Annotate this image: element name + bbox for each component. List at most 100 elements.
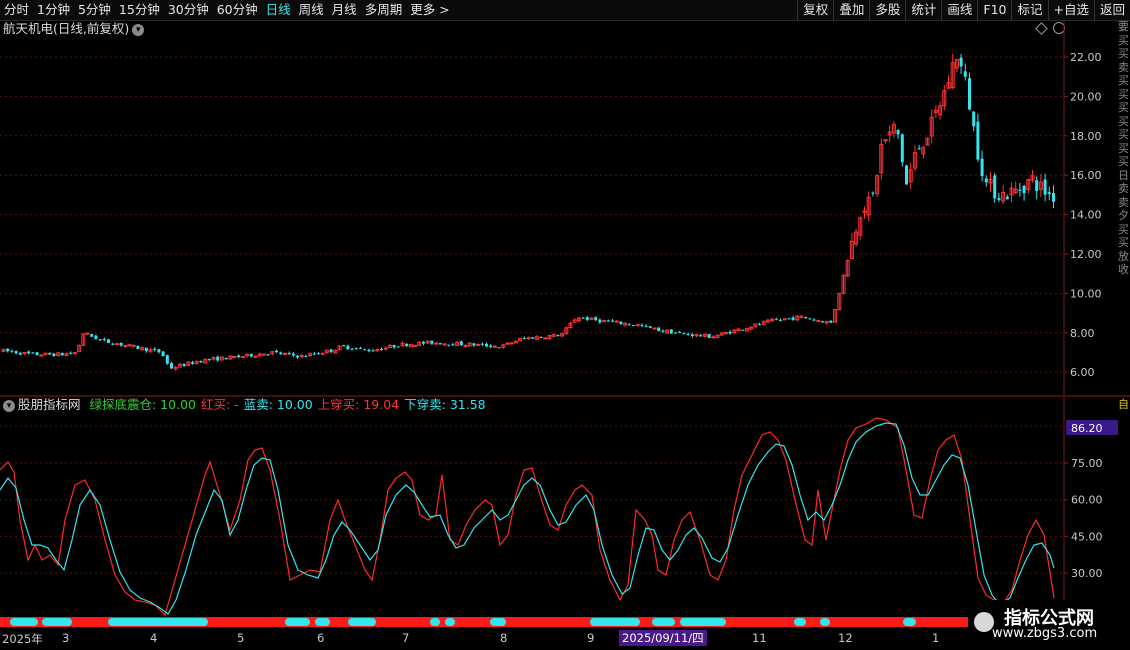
right-strip-char: 买: [1118, 128, 1129, 141]
right-strip-char: 日: [1118, 168, 1129, 182]
signal-segment: [820, 618, 830, 626]
candle-body-down: [741, 329, 745, 331]
candle-body-down: [182, 364, 186, 366]
candle-body-up: [123, 344, 128, 347]
candlesticks: [1, 53, 1055, 371]
right-strip-char: 放: [1118, 249, 1129, 263]
candle-body-down: [728, 331, 732, 334]
candle-body-down: [52, 353, 56, 357]
candle-body-down: [10, 350, 14, 352]
candle-body-down: [489, 345, 493, 348]
date-label: 9: [587, 631, 595, 645]
indicator-header: ▾ 股朋指标网 绿探底震仓: 10.00 红买: - 蓝卖: 10.00 上穿买: 19…: [3, 397, 486, 413]
signal-segment: [108, 618, 208, 626]
candle-body-down: [619, 321, 623, 325]
candle-body-down: [346, 345, 350, 350]
candle-body-down: [342, 345, 346, 347]
date-label: 8: [500, 631, 508, 645]
candle-body-down: [669, 329, 673, 334]
candle-body-down: [791, 317, 795, 320]
candle-body-down: [871, 192, 875, 194]
candle-body-down: [648, 326, 652, 328]
candle-body-up: [782, 318, 787, 321]
candle-body-down: [14, 351, 18, 354]
indicator-tick-label: 60.00: [1071, 494, 1103, 507]
chevron-down-icon[interactable]: ▾: [3, 399, 15, 412]
candle-body-down: [279, 352, 283, 355]
chart-canvas[interactable]: 22.0020.0018.0016.0014.0012.0010.008.006…: [0, 0, 1130, 650]
candle-body-down: [980, 158, 984, 176]
candle-body-up: [85, 332, 90, 335]
candle-body-up: [652, 327, 657, 330]
candle-body-down: [804, 317, 808, 319]
candle-body-down: [367, 349, 371, 352]
candle-body-down: [119, 342, 123, 346]
candle-body-down: [304, 356, 308, 358]
candle-body-down: [157, 349, 161, 353]
candle-body-down: [598, 319, 602, 323]
candle-body-down: [1035, 180, 1039, 192]
candle-body-down: [199, 361, 203, 363]
candle-body-down: [170, 363, 173, 369]
candle-body-down: [249, 354, 253, 357]
right-strip-char: 买: [1118, 155, 1129, 168]
candle-body-up: [816, 320, 821, 323]
candle-body-down: [661, 330, 665, 332]
candle-body-down: [438, 343, 442, 345]
candle-body-down: [1052, 193, 1055, 202]
candle-body-down: [917, 148, 921, 150]
indicator-tick-label: 75.00: [1071, 457, 1103, 470]
cyan-indicator-line: [0, 422, 1055, 615]
right-strip-char: 卖: [1118, 182, 1129, 195]
date-highlight: 2025/09/11/四: [619, 630, 707, 646]
candle-body-up: [413, 344, 418, 347]
right-strip-char: 买: [1118, 74, 1129, 87]
candle-body-down: [640, 324, 644, 326]
candle-body-down: [405, 343, 409, 346]
indicator-tick-label: 45.00: [1071, 530, 1103, 543]
signal-segment: [348, 618, 376, 626]
right-strip-char: 买: [1118, 141, 1129, 155]
candle-body-down: [94, 335, 98, 340]
candle-body-down: [144, 347, 148, 352]
candle-body-down: [699, 335, 703, 337]
candle-body-down: [224, 357, 228, 360]
candle-body-down: [758, 323, 761, 325]
candle-body-down: [90, 334, 94, 337]
candle-body-down: [48, 353, 52, 355]
indicator-value-0: 绿探底震仓: 10.00: [89, 397, 196, 412]
indicator-value-4: 下穿卖: 31.58: [404, 397, 486, 412]
candle-body-down: [27, 351, 31, 354]
candle-body-down: [69, 352, 73, 354]
right-strip-text: 要买买卖买买买买买买买日卖卖夕买买放收: [1118, 20, 1130, 277]
indicator-value-2: 蓝卖: 10.00: [243, 397, 313, 412]
candle-body-up: [131, 344, 136, 347]
candle-body-up: [509, 342, 514, 345]
candle-body-down: [111, 343, 115, 345]
candle-body-down: [774, 319, 778, 321]
watermark-url: www.zbgs3.com: [992, 626, 1098, 641]
candle-body-down: [451, 344, 455, 346]
candle-body-down: [396, 346, 400, 348]
candle-body-down: [812, 319, 816, 321]
price-tick-label: 16.00: [1070, 169, 1102, 182]
right-strip-char: 买: [1118, 47, 1129, 60]
candle-body-down: [359, 347, 362, 349]
candle-body-down: [539, 336, 543, 338]
signal-segment: [285, 618, 310, 626]
candle-body-down: [98, 339, 102, 341]
candle-body-down: [644, 325, 648, 327]
candle-body-down: [136, 345, 140, 349]
candle-body-down: [60, 353, 64, 356]
candle-body-up: [127, 344, 132, 347]
candle-body-down: [976, 121, 980, 160]
signal-segment: [652, 618, 675, 626]
right-strip-char: 要: [1118, 20, 1129, 33]
candle-body-down: [993, 175, 997, 199]
price-y-axis: 22.00 20.00 18.00 16.00 14.00 12.00 10.00 8.00 6…: [1064, 51, 1102, 379]
right-strip-char: 买: [1118, 101, 1129, 114]
indicator-tick-label: 30.00: [1071, 567, 1103, 580]
candle-body-up: [505, 342, 510, 345]
date-label: 2025年: [2, 632, 43, 646]
right-strip-char: 卖: [1118, 195, 1129, 209]
